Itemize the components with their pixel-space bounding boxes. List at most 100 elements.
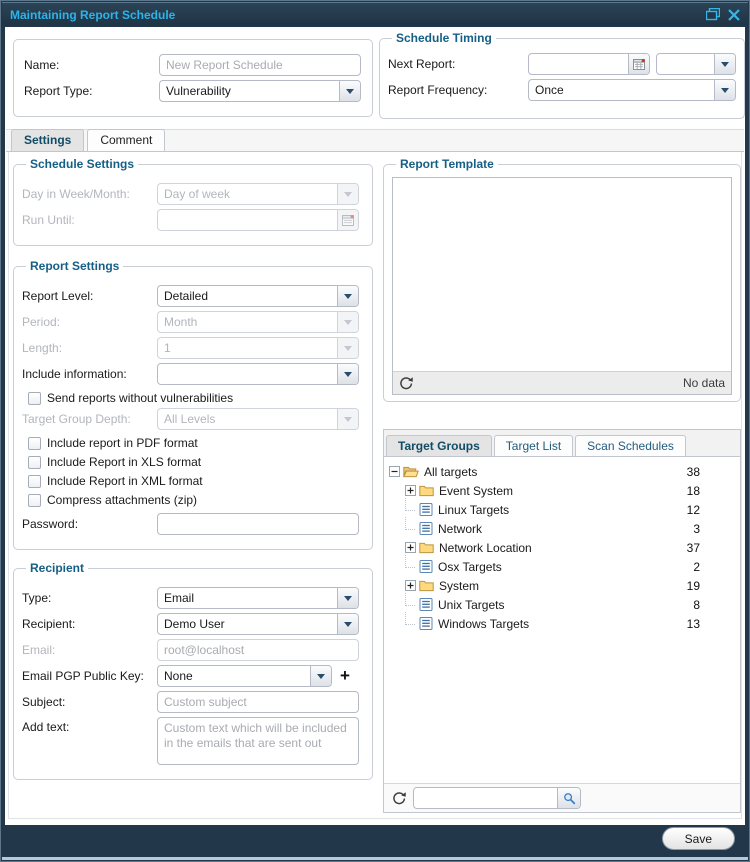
include-information-label: Include information: xyxy=(22,367,127,381)
tree-item[interactable]: All targets 38 xyxy=(384,462,740,481)
tab-scan-schedules[interactable]: Scan Schedules xyxy=(575,435,686,456)
expander-minus-icon[interactable] xyxy=(389,466,400,477)
expander-plus-icon[interactable] xyxy=(405,580,416,591)
add-pgp-key-button[interactable]: + xyxy=(340,667,350,684)
calendar-icon[interactable] xyxy=(628,54,649,74)
chevron-down-icon[interactable] xyxy=(714,54,735,74)
next-report-label: Next Report: xyxy=(388,57,456,71)
tree-search-field xyxy=(413,787,581,809)
report-type-combo[interactable]: Vulnerability xyxy=(159,80,361,102)
recipient-combo[interactable]: Demo User xyxy=(157,613,359,635)
tree-item[interactable]: Event System 18 xyxy=(384,481,740,500)
target-tree: All targets 38 Event System 18 Linux Targets… xyxy=(384,457,740,783)
chevron-down-icon xyxy=(337,409,358,429)
tree-item[interactable]: Unix Targets 8 xyxy=(384,593,740,614)
schedule-settings-fieldset: Schedule Settings Day in Week/Month: Day… xyxy=(13,157,373,246)
chevron-down-icon[interactable] xyxy=(337,286,358,306)
restore-icon[interactable] xyxy=(706,8,720,21)
expander-plus-icon[interactable] xyxy=(405,542,416,553)
search-input[interactable] xyxy=(414,788,557,808)
day-in-week-month-label: Day in Week/Month: xyxy=(22,187,130,201)
tree-item-label: Unix Targets xyxy=(438,597,505,612)
chevron-down-icon[interactable] xyxy=(337,588,358,608)
target-tabstrip: Target Groups Target List Scan Schedules xyxy=(384,430,740,457)
report-type-label: Report Type: xyxy=(24,84,93,98)
period-label: Period: xyxy=(22,315,61,329)
leaf-icon xyxy=(419,503,433,516)
send-without-vulnerabilities-checkbox[interactable] xyxy=(28,391,41,405)
tab-target-groups[interactable]: Target Groups xyxy=(386,435,492,456)
tree-item[interactable]: Network 3 xyxy=(384,517,740,538)
report-level-combo[interactable]: Detailed xyxy=(157,285,359,307)
tree-connector xyxy=(405,612,415,625)
compress-zip-checkbox[interactable] xyxy=(28,493,41,507)
email-label: Email: xyxy=(22,643,56,657)
tree-item-label: Osx Targets xyxy=(438,559,502,574)
chevron-down-icon xyxy=(337,312,358,332)
tree-item[interactable]: Windows Targets 13 xyxy=(384,612,740,633)
password-input[interactable] xyxy=(157,513,359,535)
folder-icon xyxy=(419,579,434,592)
tree-item-count: 3 xyxy=(693,521,700,536)
recipient-type-combo[interactable]: Email xyxy=(157,587,359,609)
tree-item[interactable]: Osx Targets 2 xyxy=(384,555,740,576)
target-group-depth-label: Target Group Depth: xyxy=(22,412,131,426)
tab-target-list[interactable]: Target List xyxy=(493,435,574,456)
chevron-down-icon[interactable] xyxy=(714,80,735,100)
tree-item-count: 38 xyxy=(686,464,700,479)
report-template-list-body[interactable] xyxy=(393,178,731,371)
compress-zip-label: Compress attachments (zip) xyxy=(47,493,198,507)
include-pdf-checkbox[interactable] xyxy=(28,436,41,450)
tree-connector xyxy=(405,498,415,511)
maintaining-report-schedule-dialog: Maintaining Report Schedule Name: Report… xyxy=(0,0,750,862)
tree-item-label: Network xyxy=(438,521,483,536)
subject-input[interactable] xyxy=(157,691,359,713)
tree-item-count: 13 xyxy=(686,616,700,631)
chevron-down-icon[interactable] xyxy=(310,666,331,686)
next-report-time-combo[interactable] xyxy=(656,53,736,75)
leaf-icon xyxy=(419,560,433,573)
tree-item[interactable]: System 19 xyxy=(384,576,740,595)
tree-item[interactable]: Linux Targets 12 xyxy=(384,498,740,519)
name-input[interactable] xyxy=(159,54,361,76)
no-data-text: No data xyxy=(682,376,725,390)
pgp-key-combo[interactable]: None xyxy=(157,665,332,687)
refresh-icon[interactable] xyxy=(399,376,413,390)
pgp-key-label: Email PGP Public Key: xyxy=(22,669,144,683)
tree-item-count: 12 xyxy=(686,502,700,517)
include-xls-checkbox[interactable] xyxy=(28,455,41,469)
add-text-textarea[interactable] xyxy=(157,717,359,765)
folder-open-icon xyxy=(403,465,419,478)
expander-plus-icon[interactable] xyxy=(405,485,416,496)
chevron-down-icon[interactable] xyxy=(337,364,358,384)
include-xml-label: Include Report in XML format xyxy=(47,474,203,488)
tab-comment[interactable]: Comment xyxy=(87,129,166,151)
leaf-icon xyxy=(419,598,433,611)
tree-connector xyxy=(405,555,415,568)
next-report-date-field[interactable] xyxy=(528,53,650,75)
target-tree-toolbar xyxy=(384,783,740,812)
include-xml-checkbox[interactable] xyxy=(28,474,41,488)
refresh-icon[interactable] xyxy=(392,791,406,805)
name-label: Name: xyxy=(24,58,60,72)
include-information-combo[interactable] xyxy=(157,363,359,385)
tree-item[interactable]: Network Location 37 xyxy=(384,538,740,557)
leaf-icon xyxy=(419,522,433,535)
run-until-label: Run Until: xyxy=(22,213,75,227)
day-in-week-month-combo: Day of week xyxy=(157,183,359,205)
chevron-down-icon[interactable] xyxy=(339,81,360,101)
titlebar: Maintaining Report Schedule xyxy=(2,2,748,26)
chevron-down-icon xyxy=(337,338,358,358)
tree-item-count: 19 xyxy=(686,578,700,593)
report-level-label: Report Level: xyxy=(22,289,94,303)
tab-settings[interactable]: Settings xyxy=(11,129,85,151)
recipient-label: Recipient: xyxy=(22,617,76,631)
chevron-down-icon[interactable] xyxy=(337,614,358,634)
tree-item-label: Windows Targets xyxy=(438,616,530,631)
save-button[interactable]: Save xyxy=(661,827,735,850)
length-combo: 1 xyxy=(157,337,359,359)
close-icon[interactable] xyxy=(728,8,740,21)
report-frequency-combo[interactable]: Once xyxy=(528,79,736,101)
search-icon[interactable] xyxy=(557,788,580,808)
tree-connector xyxy=(405,593,415,606)
